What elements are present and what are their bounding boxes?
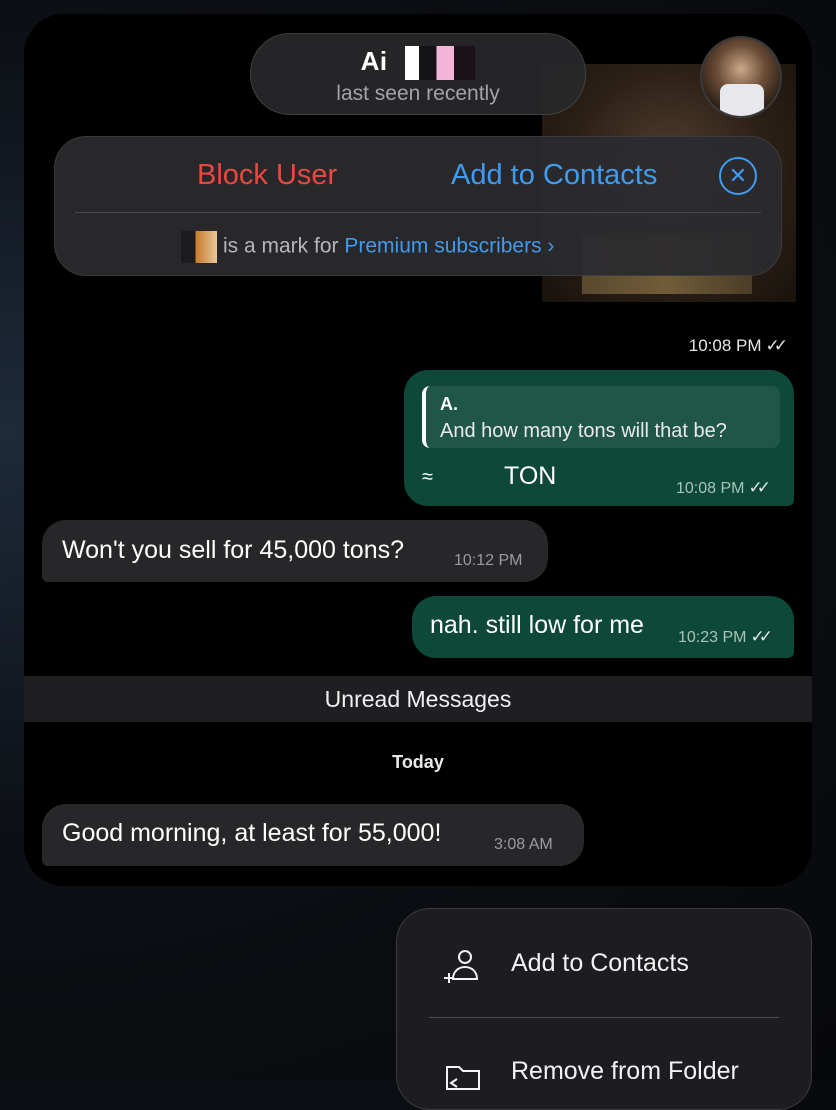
outgoing-reply-message[interactable]: A. And how many tons will that be? ≈ TON… (404, 370, 794, 506)
unread-messages-divider: Unread Messages (24, 676, 812, 722)
divider (75, 212, 761, 213)
ton-amount: TON (504, 462, 557, 490)
message-timestamp: 10:08 PM ✓✓ (688, 336, 788, 355)
menu-item-add-to-contacts[interactable]: Add to Contacts (397, 929, 811, 999)
premium-subscribers-link[interactable]: Premium subscribers › (344, 235, 554, 258)
incoming-message[interactable]: Good morning, at least for 55,000! 3:08 … (42, 804, 584, 866)
message-time: 3:08 AM (494, 836, 553, 853)
date-separator: Today (392, 752, 444, 772)
outgoing-message[interactable]: nah. still low for me 10:23 PM ✓✓ (412, 596, 794, 658)
contact-name: Ai (251, 46, 585, 81)
message-text: Good morning, at least for 55,000! (62, 819, 442, 847)
close-icon[interactable]: ✕ (719, 157, 757, 195)
folder-remove-icon (446, 1066, 480, 1090)
message-time: 10:23 PM ✓✓ (678, 627, 773, 646)
avatar[interactable] (700, 36, 782, 118)
incoming-message[interactable]: Won't you sell for 45,000 tons? 10:12 PM (42, 520, 548, 582)
message-text: Won't you sell for 45,000 tons? (62, 536, 405, 564)
menu-item-remove-from-folder[interactable]: Remove from Folder (397, 1037, 811, 1107)
chat-header[interactable]: Ai last seen recently (250, 33, 586, 115)
premium-notice: is a mark for Premium subscribers › (181, 231, 554, 263)
last-seen-status: last seen recently (336, 82, 500, 105)
chat-window: Ai last seen recently Block User Add to … (24, 14, 812, 886)
reply-quote[interactable]: A. And how many tons will that be? (422, 386, 780, 448)
double-check-icon: ✓✓ (750, 627, 772, 646)
double-check-icon: ✓✓ (765, 336, 788, 355)
emoji-status-icon (405, 46, 476, 81)
message-time: 10:08 PM ✓✓ (676, 478, 771, 497)
message-time: 10:12 PM (454, 552, 523, 569)
divider (429, 1017, 779, 1018)
premium-mark-icon (181, 231, 217, 263)
menu-item-label: Add to Contacts (511, 949, 689, 977)
message-text: nah. still low for me (430, 611, 644, 639)
double-check-icon: ✓✓ (748, 478, 770, 497)
add-to-contacts-button[interactable]: Add to Contacts (451, 159, 657, 192)
add-contact-icon (444, 950, 479, 983)
reply-quoted-text: And how many tons will that be? (440, 420, 727, 442)
approx-symbol: ≈ (422, 466, 433, 488)
block-user-button[interactable]: Block User (197, 159, 337, 192)
reply-author: A. (440, 394, 458, 414)
menu-item-label: Remove from Folder (511, 1057, 739, 1085)
action-panel: Block User Add to Contacts ✕ is a mark f… (54, 136, 782, 276)
